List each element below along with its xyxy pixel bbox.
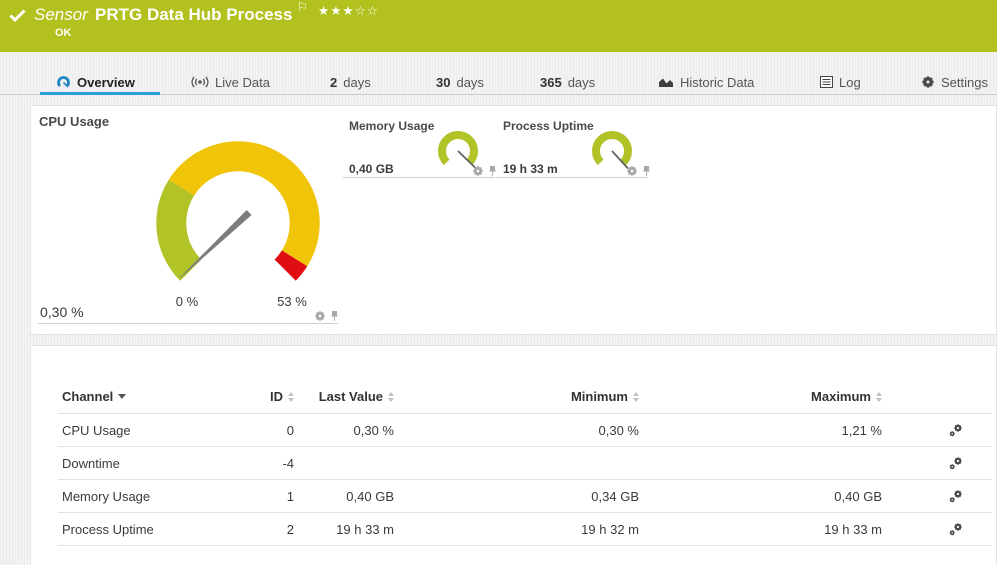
sort-icon [288,392,294,402]
channel-name[interactable]: Memory Usage [58,480,262,513]
uptime-gauge-title: Process Uptime [503,119,594,133]
tab-label: Settings [941,75,988,90]
channel-id: 1 [262,480,294,513]
channel-last-value: 0,40 GB [294,480,394,513]
column-header-maximum[interactable]: Maximum [639,346,882,414]
tab-label: days [568,75,595,90]
channels-panel: Channel ID Last Value Minimum Maximum CP… [30,345,997,565]
page-title: PRTG Data Hub Process [95,5,292,25]
uptime-widget-icons [626,165,651,177]
sort-icon [388,392,394,402]
tab-overview[interactable]: Overview [56,73,135,91]
channel-settings-icon[interactable] [949,455,964,470]
channel-name[interactable]: CPU Usage [58,414,262,447]
gauge-icon [56,75,71,90]
tab-365-days[interactable]: 365 days [540,73,595,91]
sort-icon [633,392,639,402]
tab-live-data[interactable]: Live Data [191,73,270,91]
tab-historic-data[interactable]: Historic Data [658,73,754,91]
tab-label: Log [839,75,861,90]
channel-last-value: 19 h 33 m [294,513,394,546]
flag-icon[interactable]: ⚐ [297,0,308,14]
sort-desc-icon [118,394,126,399]
active-tab-underline [40,92,160,95]
channel-maximum: 1,21 % [639,414,882,447]
table-row: Process Uptime 2 19 h 33 m 19 h 32 m 19 … [58,513,992,546]
memory-widget-divider [343,177,495,178]
cpu-scale-max: 53 % [267,294,317,309]
cpu-gauge-value: 0,30 % [40,304,84,320]
tab-number: 365 [540,75,562,90]
tab-label: Historic Data [680,75,754,90]
sensor-page: Sensor PRTG Data Hub Process ⚐ ★★★☆☆ OK … [0,0,997,565]
channel-id: 0 [262,414,294,447]
table-header-row: Channel ID Last Value Minimum Maximum [58,346,992,414]
channel-last-value: 0,30 % [294,414,394,447]
tab-log[interactable]: Log [820,73,861,91]
memory-gauge-title: Memory Usage [349,119,434,133]
channel-last-value [294,447,394,480]
column-header-channel[interactable]: Channel [58,346,262,414]
tab-number: 30 [436,75,450,90]
column-header-minimum[interactable]: Minimum [394,346,639,414]
sensor-header: Sensor PRTG Data Hub Process ⚐ ★★★☆☆ OK [0,0,997,52]
channel-settings-icon[interactable] [949,422,964,437]
channel-id: 2 [262,513,294,546]
channel-minimum: 19 h 32 m [394,513,639,546]
table-row: Memory Usage 1 0,40 GB 0,34 GB 0,40 GB [58,480,992,513]
tab-number: 2 [330,75,337,90]
tab-30-days[interactable]: 30 days [436,73,484,91]
cpu-gauge [154,139,322,307]
tab-label: days [456,75,483,90]
uptime-widget-divider [496,177,648,178]
channel-minimum [394,447,639,480]
uptime-gauge-value: 19 h 33 m [503,162,558,176]
cpu-scale-min: 0 % [162,294,212,309]
sort-icon [876,392,882,402]
status-check-icon [9,9,26,27]
rating-stars[interactable]: ★★★☆☆ [318,3,379,18]
gear-icon[interactable] [626,165,638,177]
area-chart-icon [658,76,674,88]
gear-icon[interactable] [314,310,326,322]
channel-id: -4 [262,447,294,480]
tab-label: Overview [77,75,135,90]
cpu-gauge-title: CPU Usage [39,114,109,129]
channels-table: Channel ID Last Value Minimum Maximum CP… [58,346,992,546]
channel-minimum: 0,34 GB [394,480,639,513]
pin-icon[interactable] [642,165,651,177]
table-row: CPU Usage 0 0,30 % 0,30 % 1,21 % [58,414,992,447]
gear-icon[interactable] [472,165,484,177]
log-icon [820,76,833,88]
table-row: Downtime -4 [58,447,992,480]
channel-maximum: 0,40 GB [639,480,882,513]
pin-icon[interactable] [330,310,339,322]
tab-settings[interactable]: Settings [921,73,988,91]
tab-label: days [343,75,370,90]
gauges-panel: CPU Usage 0 % 53 % 0,30 % Memory Usage 0… [30,105,997,335]
broadcast-icon [191,75,209,89]
object-type-label: Sensor [34,5,88,25]
channel-name[interactable]: Downtime [58,447,262,480]
channel-maximum [639,447,882,480]
cpu-widget-icons [314,310,339,322]
tab-2-days[interactable]: 2 days [330,73,371,91]
memory-gauge-value: 0,40 GB [349,162,394,176]
channel-minimum: 0,30 % [394,414,639,447]
channel-settings-icon[interactable] [949,488,964,503]
status-badge: OK [55,27,72,39]
tab-label: Live Data [215,75,270,90]
cpu-widget-divider [38,323,338,324]
column-header-last-value[interactable]: Last Value [294,346,394,414]
column-header-id[interactable]: ID [262,346,294,414]
channel-maximum: 19 h 33 m [639,513,882,546]
gear-icon [921,75,935,89]
pin-icon[interactable] [488,165,497,177]
channel-name[interactable]: Process Uptime [58,513,262,546]
memory-widget-icons [472,165,497,177]
channel-settings-icon[interactable] [949,521,964,536]
